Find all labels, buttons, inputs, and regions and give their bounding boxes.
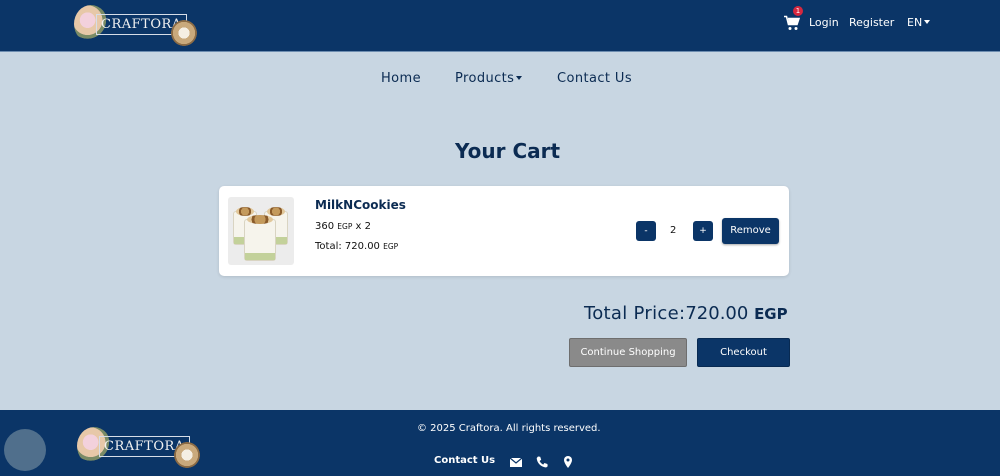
- unit-price: 360: [315, 221, 335, 232]
- header-logo[interactable]: CRAFTORA: [74, 2, 197, 46]
- chevron-down-icon: [516, 76, 523, 80]
- security-badge-icon: [4, 429, 46, 471]
- envelope-icon[interactable]: [509, 455, 523, 469]
- nav-products[interactable]: Products: [455, 71, 523, 86]
- cart-icon[interactable]: [784, 15, 800, 31]
- remove-item-button[interactable]: Remove: [722, 218, 779, 244]
- item-total: 720.00: [344, 241, 380, 252]
- nav-home[interactable]: Home: [381, 71, 421, 86]
- checkout-button[interactable]: Checkout: [697, 338, 790, 367]
- product-name: MilkNCookies: [315, 198, 406, 212]
- unit-price-currency: EGP: [337, 222, 353, 231]
- language-dropdown[interactable]: EN: [907, 16, 931, 29]
- product-image: [228, 197, 294, 265]
- item-total-line: Total: 720.00 EGP: [315, 241, 398, 252]
- continue-shopping-button[interactable]: Continue Shopping: [569, 338, 687, 367]
- item-total-label: Total:: [315, 241, 342, 252]
- nav-contact[interactable]: Contact Us: [557, 71, 632, 86]
- quantity-multiplier: x 2: [355, 221, 372, 232]
- footer-contact-label: Contact Us: [434, 455, 496, 466]
- language-label: EN: [907, 16, 923, 29]
- total-price: Total Price:720.00 EGP: [584, 303, 788, 324]
- phone-icon[interactable]: [535, 455, 549, 469]
- footer-logo[interactable]: CRAFTORA: [77, 424, 200, 468]
- cart-count-badge: 1: [793, 6, 803, 16]
- register-link[interactable]: Register: [849, 16, 894, 29]
- logo-knot-graphic: [173, 442, 200, 468]
- chevron-down-icon: [924, 20, 931, 24]
- copyright-text: © 2025 Craftora. All rights reserved.: [417, 423, 601, 434]
- item-total-currency: EGP: [383, 242, 399, 251]
- decrease-quantity-button[interactable]: -: [636, 221, 656, 241]
- increase-quantity-button[interactable]: +: [693, 221, 713, 241]
- location-pin-icon[interactable]: [561, 455, 575, 469]
- page-title: Your Cart: [455, 139, 561, 163]
- logo-knot-graphic: [170, 20, 197, 46]
- total-price-amount: 720.00: [685, 303, 749, 324]
- total-price-label: Total Price:: [584, 303, 686, 324]
- total-price-currency: EGP: [754, 305, 788, 323]
- nav-products-label: Products: [455, 71, 515, 86]
- unit-price-line: 360 EGP x 2: [315, 221, 371, 232]
- login-link[interactable]: Login: [809, 16, 839, 29]
- quantity-value: 2: [670, 225, 677, 236]
